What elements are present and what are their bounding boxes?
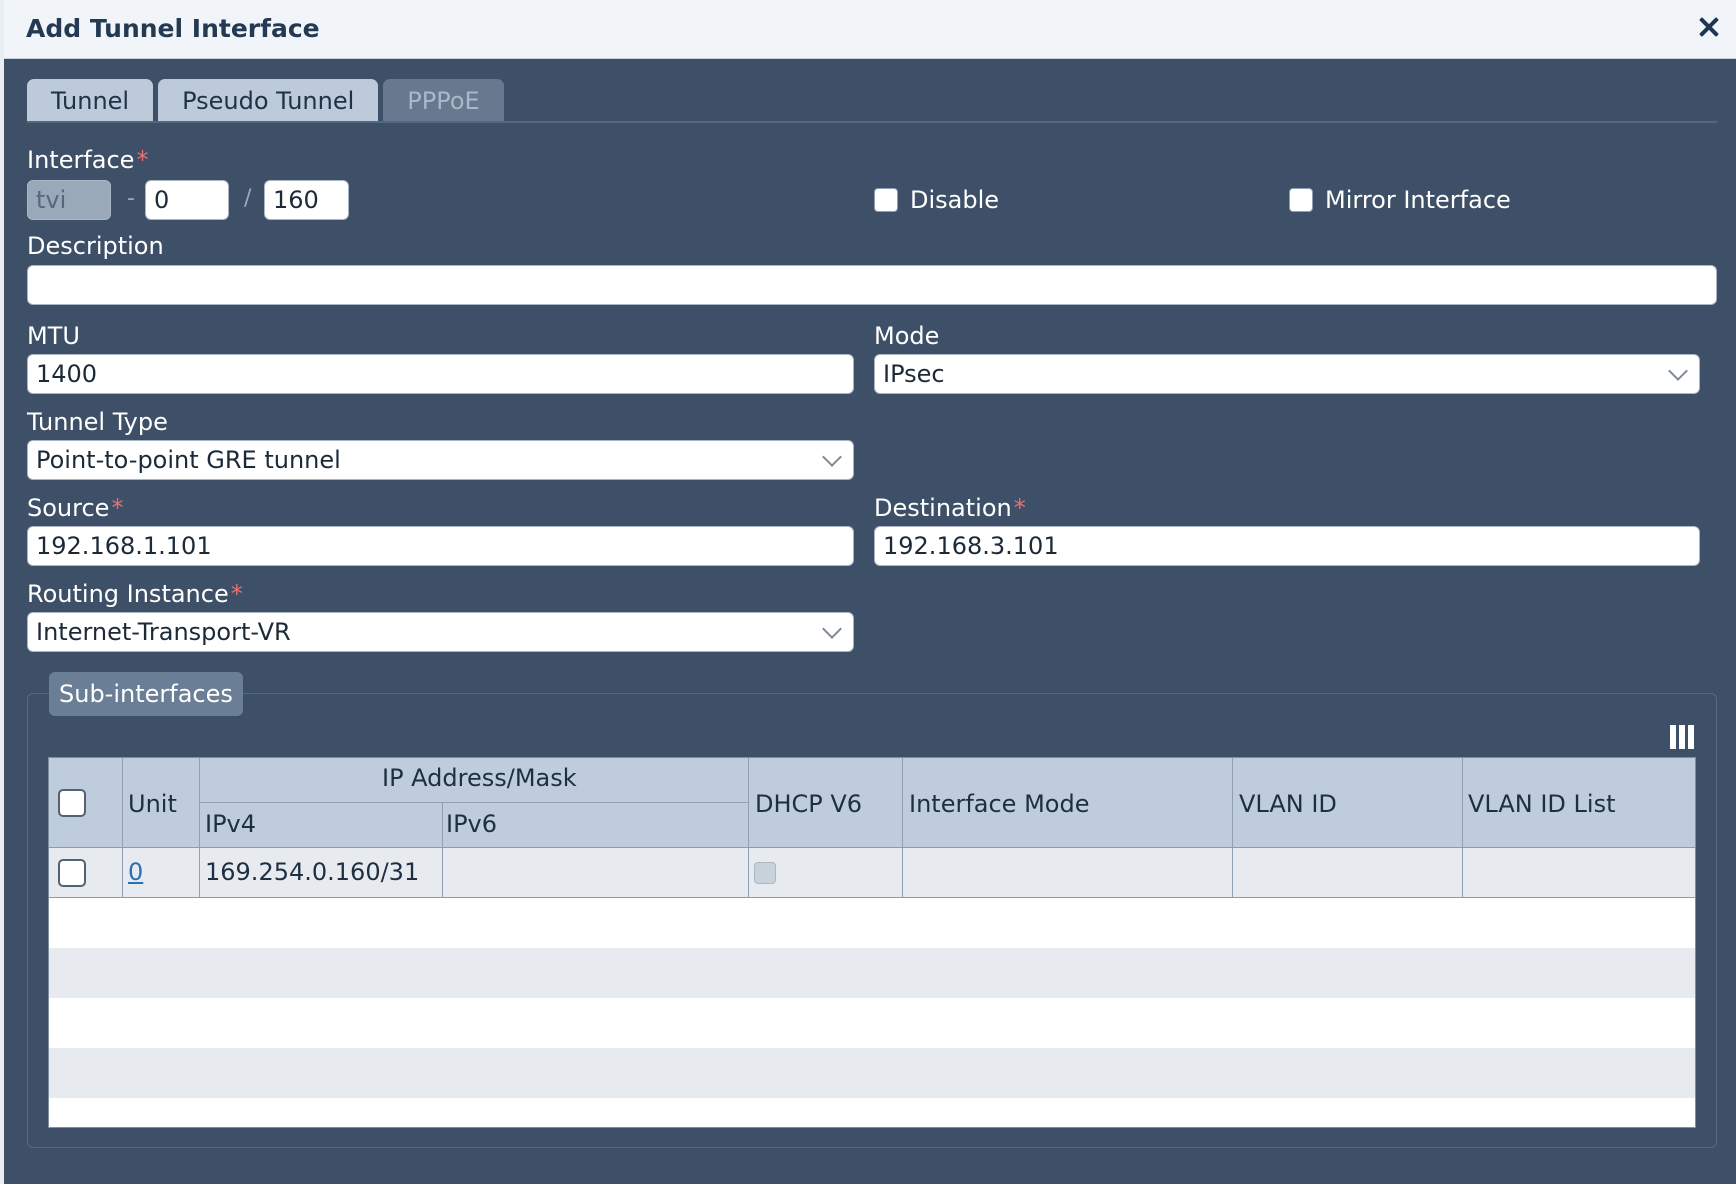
header-divider — [442, 802, 443, 848]
empty-row — [49, 948, 1695, 998]
col-ip-address-mask: IP Address/Mask — [382, 764, 577, 792]
chevron-down-icon — [1668, 361, 1688, 381]
mirror-interface-checkbox-box[interactable] — [1289, 188, 1313, 212]
tunnel-type-select-value: Point-to-point GRE tunnel — [36, 446, 341, 474]
tab-pppoe: PPPoE — [383, 79, 504, 123]
chevron-down-icon — [822, 447, 842, 467]
subinterfaces-table: Unit IP Address/Mask IPv4 IPv6 DHCP V6 I… — [48, 757, 1696, 1128]
row-divider — [1232, 848, 1233, 898]
row-divider — [1462, 848, 1463, 898]
destination-input[interactable]: 192.168.3.101 — [874, 526, 1700, 566]
mtu-label: MTU — [27, 322, 80, 350]
interface-slash: / — [244, 186, 252, 211]
tab-divider — [27, 121, 1717, 123]
header-divider — [748, 758, 749, 848]
mirror-interface-checkbox[interactable]: Mirror Interface — [1289, 186, 1511, 214]
row-divider — [442, 848, 443, 898]
header-divider — [199, 758, 200, 848]
row-divider — [199, 848, 200, 898]
col-vlan-id-list[interactable]: VLAN ID List — [1468, 790, 1615, 818]
header-divider — [902, 758, 903, 848]
description-label: Description — [27, 232, 164, 260]
source-label: Source* — [27, 494, 124, 522]
unit-link[interactable]: 0 — [128, 858, 143, 886]
disable-label: Disable — [910, 186, 1000, 214]
col-interface-mode[interactable]: Interface Mode — [909, 790, 1089, 818]
interface-number-input[interactable]: 0 — [145, 180, 229, 220]
col-ipv4[interactable]: IPv4 — [205, 810, 256, 838]
header-divider — [1232, 758, 1233, 848]
empty-row — [49, 898, 1695, 948]
dialog-titlebar: Add Tunnel Interface — [4, 0, 1736, 59]
routing-instance-select[interactable]: Internet-Transport-VR — [27, 612, 854, 652]
disable-checkbox-box[interactable] — [874, 188, 898, 212]
add-tunnel-interface-dialog: Add Tunnel Interface Tunnel Pseudo Tunne… — [0, 0, 1736, 1184]
interface-prefix-field: tvi — [27, 180, 111, 220]
header-divider — [1462, 758, 1463, 848]
subinterfaces-legend: Sub-interfaces — [49, 672, 243, 716]
table-row[interactable]: 0 169.254.0.160/31 — [49, 848, 1695, 898]
row-divider — [748, 848, 749, 898]
mirror-interface-label: Mirror Interface — [1325, 186, 1511, 214]
column-chooser-icon[interactable] — [1670, 725, 1696, 749]
header-divider — [122, 758, 123, 848]
chevron-down-icon — [822, 619, 842, 639]
col-ipv6[interactable]: IPv6 — [446, 810, 497, 838]
mode-label: Mode — [874, 322, 940, 350]
row-select-checkbox[interactable] — [58, 859, 86, 887]
routing-instance-select-value: Internet-Transport-VR — [36, 618, 291, 646]
row-divider — [122, 848, 123, 898]
empty-row — [49, 998, 1695, 1048]
mtu-input[interactable]: 1400 — [27, 354, 854, 394]
mode-select[interactable]: IPsec — [874, 354, 1700, 394]
header-group-divider — [199, 802, 748, 803]
routing-instance-label: Routing Instance* — [27, 580, 243, 608]
dialog-title: Add Tunnel Interface — [26, 14, 320, 43]
interface-dash: - — [127, 186, 135, 211]
select-all-checkbox[interactable] — [58, 789, 86, 817]
tab-tunnel[interactable]: Tunnel — [27, 79, 154, 123]
interface-label: Interface* — [27, 146, 149, 174]
col-vlan-id[interactable]: VLAN ID — [1239, 790, 1337, 818]
tunnel-type-select[interactable]: Point-to-point GRE tunnel — [27, 440, 854, 480]
ipv4-cell: 169.254.0.160/31 — [205, 858, 420, 886]
interface-subunit-input[interactable]: 160 — [264, 180, 349, 220]
dhcp-v6-checkbox — [754, 862, 776, 884]
tunnel-type-label: Tunnel Type — [27, 408, 168, 436]
destination-label: Destination* — [874, 494, 1026, 522]
col-dhcp-v6[interactable]: DHCP V6 — [755, 790, 862, 818]
close-icon[interactable] — [1694, 12, 1724, 42]
description-input[interactable] — [27, 265, 1717, 305]
tab-pseudo-tunnel[interactable]: Pseudo Tunnel — [158, 79, 379, 123]
source-input[interactable]: 192.168.1.101 — [27, 526, 854, 566]
empty-row — [49, 1048, 1695, 1098]
tab-bar: Tunnel Pseudo Tunnel PPPoE — [27, 79, 504, 123]
row-divider — [902, 848, 903, 898]
disable-checkbox[interactable]: Disable — [874, 186, 999, 214]
mode-select-value: IPsec — [883, 360, 945, 388]
table-header: Unit IP Address/Mask IPv4 IPv6 DHCP V6 I… — [49, 758, 1695, 848]
col-unit[interactable]: Unit — [128, 790, 177, 818]
